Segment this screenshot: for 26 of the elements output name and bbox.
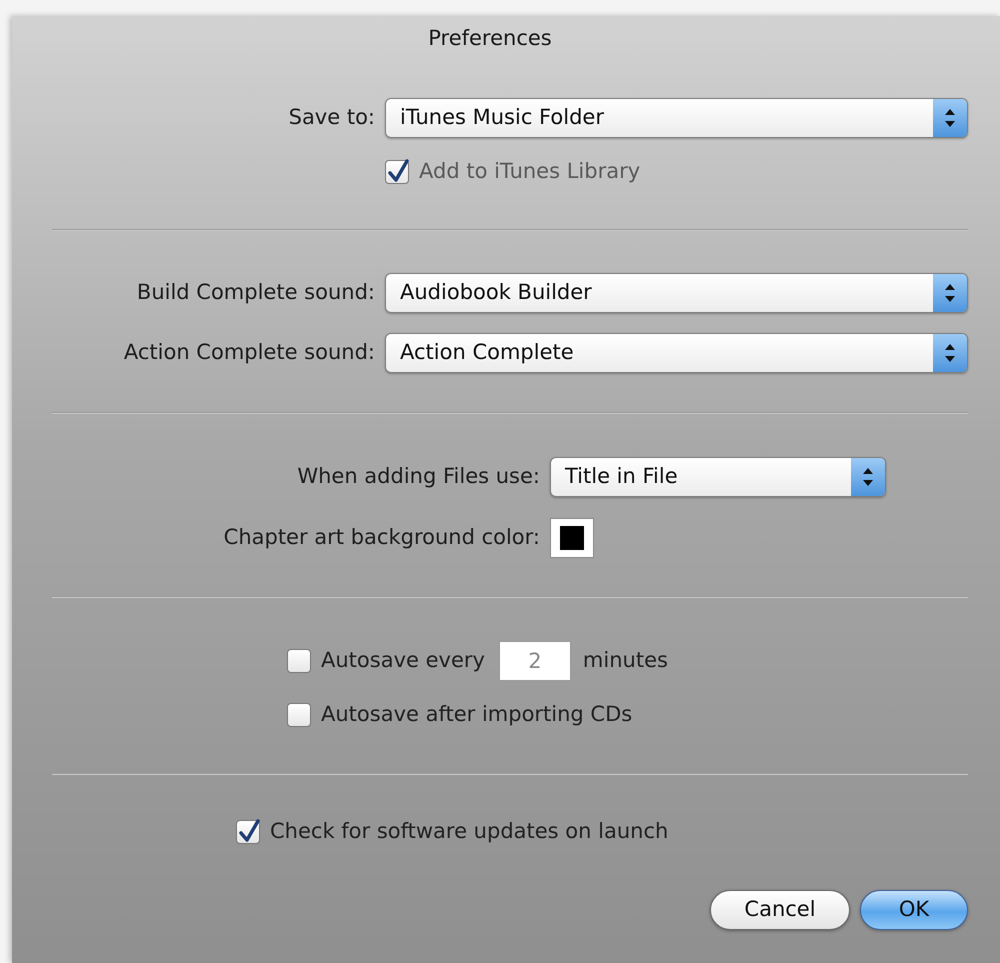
field-label: Build Complete sound:	[136, 279, 375, 306]
field-label: When adding Files use:	[296, 463, 540, 490]
color-swatch[interactable]	[550, 518, 594, 558]
field-label: Chapter art background color:	[222, 524, 540, 552]
field-label: Save to:	[288, 104, 375, 132]
checkbox-label: Check for software updates on launch	[270, 818, 668, 846]
checkbox[interactable]	[287, 703, 311, 727]
popup-button[interactable]: Title in File	[550, 457, 886, 497]
popup-button[interactable]: Action Complete	[385, 333, 968, 373]
checkbox[interactable]	[236, 820, 260, 844]
updown-arrows-icon	[933, 334, 967, 372]
updown-arrows-icon	[933, 99, 967, 137]
ok-button[interactable]: OK	[860, 890, 968, 930]
checkbox-label: Autosave every	[321, 647, 485, 674]
cancel-button[interactable]: Cancel	[710, 890, 850, 930]
checkbox[interactable]	[287, 649, 311, 673]
updown-arrows-icon	[933, 274, 967, 312]
field-label: Action Complete sound:	[122, 339, 375, 366]
popup-button[interactable]: Audiobook Builder	[385, 273, 968, 313]
unit-label: minutes	[582, 647, 668, 674]
number-field[interactable]: 2	[498, 641, 571, 681]
updown-arrows-icon	[851, 458, 885, 496]
checkbox-label: Add to iTunes Library	[419, 158, 640, 186]
window-title: Preferences	[427, 25, 553, 52]
checkbox-label: Autosave after importing CDs	[321, 701, 632, 728]
popup-button[interactable]: iTunes Music Folder	[385, 98, 968, 138]
